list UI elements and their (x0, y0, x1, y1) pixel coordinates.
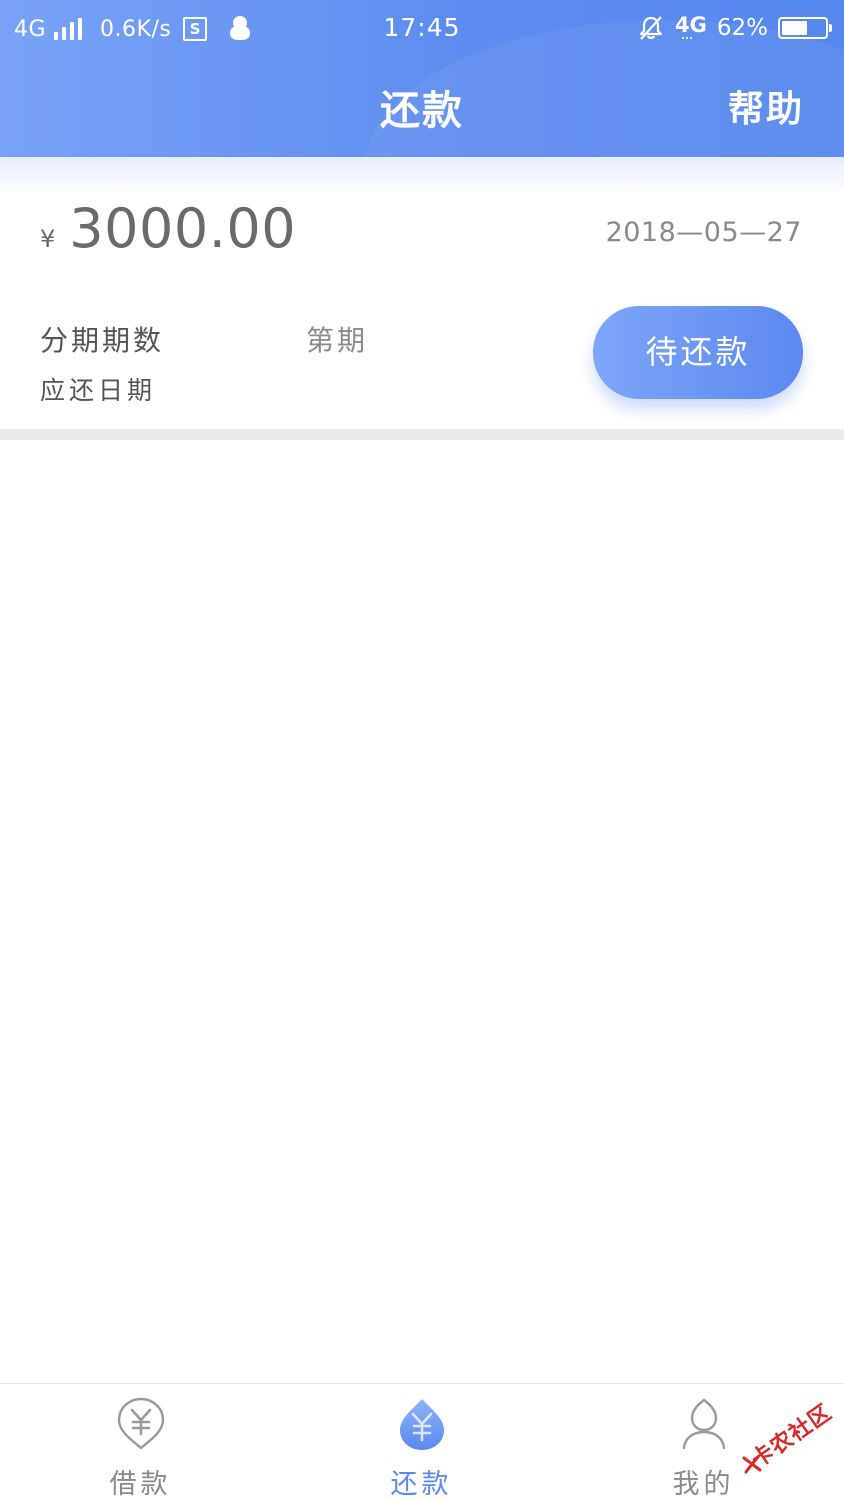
help-button[interactable]: 帮助 (728, 80, 804, 132)
tab-borrow-label: 借款 (109, 1469, 172, 1500)
yen-pin-icon (117, 1397, 164, 1450)
bottom-tab-bar: 借款 还款 我的 (0, 1383, 844, 1500)
currency-symbol: ¥ (40, 225, 56, 253)
battery-level (782, 21, 807, 35)
periods-value: 第期 (306, 324, 369, 357)
amount-row: ¥ 3000.00 (40, 197, 296, 260)
pending-repayment-button[interactable]: 待还款 (593, 306, 803, 399)
repayment-date: 2018—05—27 (605, 217, 802, 248)
due-date-label: 应还日期 (40, 376, 157, 405)
periods-label: 分期期数 (40, 324, 165, 357)
bell-muted-icon (639, 16, 663, 40)
network-type-right: 4G (675, 13, 707, 43)
section-divider (0, 429, 844, 440)
repayment-amount: 3000.00 (69, 197, 297, 260)
tab-repay[interactable]: 还款 (281, 1384, 562, 1500)
status-bar-right: 4G 62% (637, 12, 832, 44)
battery-icon (778, 17, 832, 39)
tab-repay-label: 还款 (390, 1469, 453, 1500)
watermark: 卡农社区 (740, 1400, 840, 1480)
battery-percent: 62% (716, 15, 768, 41)
page-title: 还款 (380, 88, 464, 134)
yen-drop-icon (399, 1399, 444, 1450)
app-header: 4G 0.6K/s S 17:45 4G 62% 还款 帮助 (0, 0, 844, 157)
repayment-card[interactable]: ¥ 3000.00 2018—05—27 分期期数 第期 应还日期 待还款 (0, 157, 844, 429)
status-bar: 4G 0.6K/s S 17:45 4G 62% (0, 0, 844, 58)
user-icon (682, 1398, 725, 1450)
nav-bar: 还款 帮助 (0, 58, 844, 157)
tab-borrow[interactable]: 借款 (0, 1384, 281, 1500)
